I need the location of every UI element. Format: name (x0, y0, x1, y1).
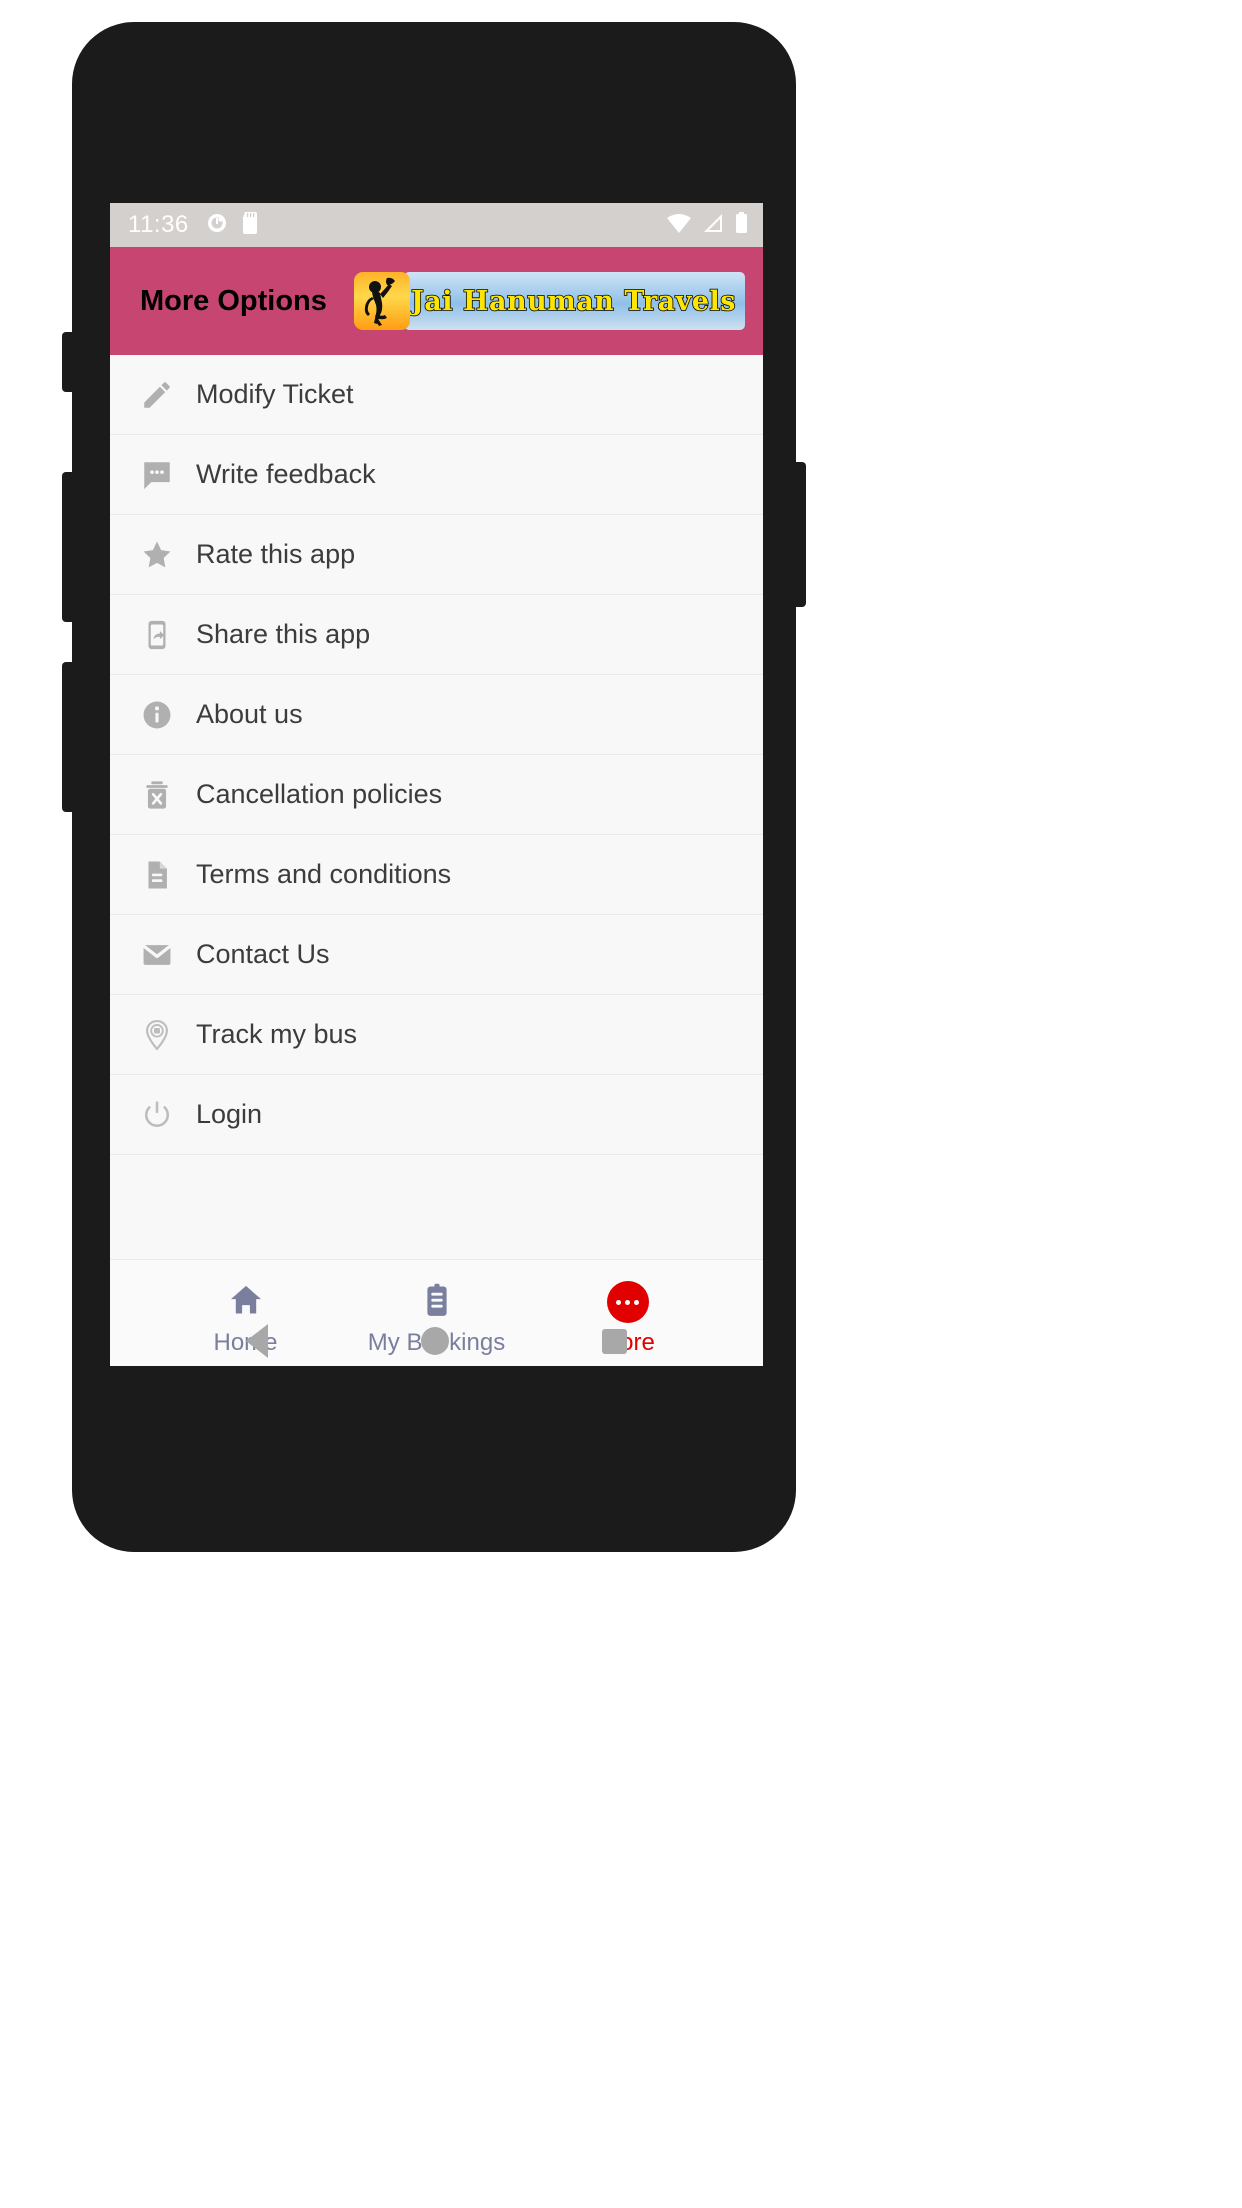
phone-share-icon (140, 618, 186, 652)
brand-name: Jai Hanuman Travels (404, 272, 745, 330)
status-bar-clock: 11:36 (128, 211, 189, 238)
menu-item-contact-us[interactable]: Contact Us (110, 915, 763, 995)
menu-item-label: Terms and conditions (196, 859, 452, 889)
hanuman-silhouette-icon (354, 272, 411, 330)
bottom-nav-item-more[interactable]: More (532, 1281, 723, 1357)
menu-item-label: Cancellation policies (196, 779, 443, 809)
wifi-icon (666, 211, 692, 240)
more-dots-icon (606, 1281, 649, 1323)
more-options-list: Modify Ticket Write feedback Rate this a… (110, 355, 763, 1260)
power-icon (140, 1098, 186, 1132)
phone-side-button-top[interactable] (62, 332, 76, 392)
menu-item-login[interactable]: Login (110, 1075, 763, 1155)
menu-item-label: Contact Us (196, 939, 330, 969)
power-button[interactable] (792, 462, 806, 607)
info-icon (140, 698, 186, 732)
menu-item-cancellation-policies[interactable]: Cancellation policies (110, 755, 763, 835)
menu-item-rate-this-app[interactable]: Rate this app (110, 515, 763, 595)
document-icon (140, 858, 186, 892)
alarm-icon (205, 211, 229, 240)
menu-item-label: Track my bus (196, 1019, 358, 1049)
map-pin-bus-icon (140, 1018, 186, 1052)
status-bar: 11:36 (110, 203, 763, 247)
menu-item-label: About us (196, 699, 303, 729)
menu-item-track-my-bus[interactable]: Track my bus (110, 995, 763, 1075)
home-icon (227, 1282, 265, 1323)
menu-item-label: Share this app (196, 619, 371, 649)
phone-screen: 11:36 More Options Jai Hanuman Travels M… (110, 203, 763, 1366)
content-area: Modify Ticket Write feedback Rate this a… (110, 355, 763, 1366)
battery-icon (734, 211, 749, 240)
back-triangle-icon[interactable] (246, 1324, 269, 1358)
envelope-icon (140, 938, 186, 972)
menu-item-terms-and-conditions[interactable]: Terms and conditions (110, 835, 763, 915)
menu-item-label: Rate this app (196, 539, 356, 569)
app-bar: More Options Jai Hanuman Travels (110, 247, 763, 355)
menu-item-label: Write feedback (196, 459, 376, 489)
brand-logo: Jai Hanuman Travels (354, 272, 745, 330)
star-icon (140, 538, 186, 572)
sd-card-icon (241, 211, 259, 240)
recents-square-icon[interactable] (601, 1328, 627, 1354)
chat-bubble-icon (140, 458, 186, 492)
page-title: More Options (140, 284, 327, 317)
signal-icon (701, 211, 725, 240)
status-bar-left-icons (205, 211, 259, 240)
volume-up-button[interactable] (62, 472, 76, 622)
volume-down-button[interactable] (62, 662, 76, 812)
menu-item-label: Login (196, 1099, 263, 1129)
menu-item-label: Modify Ticket (196, 379, 354, 409)
menu-item-modify-ticket[interactable]: Modify Ticket (110, 355, 763, 435)
status-bar-right-icons (666, 211, 749, 240)
list-empty-space (110, 1155, 763, 1260)
menu-item-about-us[interactable]: About us (110, 675, 763, 755)
pencil-icon (140, 378, 186, 412)
home-circle-icon[interactable] (420, 1327, 449, 1355)
trash-x-icon (140, 778, 186, 812)
menu-item-write-feedback[interactable]: Write feedback (110, 435, 763, 515)
menu-item-share-this-app[interactable]: Share this app (110, 595, 763, 675)
clipboard-icon (418, 1282, 456, 1323)
